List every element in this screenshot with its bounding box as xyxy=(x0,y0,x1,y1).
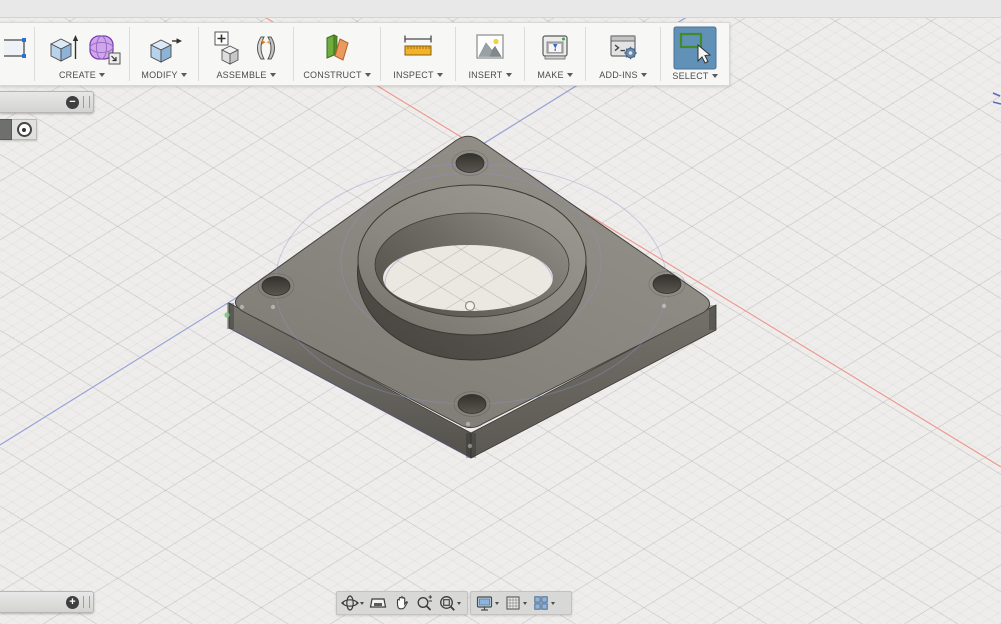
scripts-addins-icon[interactable] xyxy=(605,29,641,67)
toolbar-group-modify: MODIFY xyxy=(130,23,198,85)
browser-item-thumb xyxy=(0,119,12,140)
modify-menu[interactable]: MODIFY xyxy=(141,69,187,81)
timeline-grip-handle[interactable] xyxy=(83,596,90,608)
chevron-down-icon xyxy=(364,73,371,77)
toolbar-group-make: MAKE xyxy=(525,23,585,85)
pan-button[interactable] xyxy=(392,594,410,612)
assemble-menu[interactable]: ASSEMBLE xyxy=(216,69,276,81)
orbit-button[interactable] xyxy=(341,594,364,612)
select-menu[interactable]: SELECT xyxy=(672,70,718,81)
chevron-down-icon xyxy=(640,73,647,77)
navigation-bar xyxy=(336,591,468,615)
grid-layout-button[interactable] xyxy=(504,594,527,612)
chevron-down-icon xyxy=(269,73,276,77)
look-at-button[interactable] xyxy=(369,594,387,612)
ring-through-hole xyxy=(383,245,553,311)
create-menu[interactable]: CREATE xyxy=(59,69,106,81)
3d-print-icon[interactable] xyxy=(537,29,573,67)
toolbar-group-create: CREATE xyxy=(35,23,129,85)
chevron-down-icon xyxy=(99,73,106,77)
browser-grip-handle[interactable] xyxy=(83,96,90,108)
part-body[interactable] xyxy=(224,135,717,459)
browser-panel-collapsed-bar[interactable]: − xyxy=(0,91,94,113)
zoom-fit-icon xyxy=(440,596,455,611)
select-window-icon[interactable] xyxy=(673,26,717,70)
chevron-down-icon xyxy=(505,73,512,77)
model-scene xyxy=(0,0,1001,468)
display-settings-bar xyxy=(470,591,572,615)
toolbar-group-insert: INSERT xyxy=(456,23,524,85)
browser-item-stub[interactable] xyxy=(0,119,37,140)
origin-point-marker xyxy=(464,300,476,312)
create-form-icon[interactable] xyxy=(84,29,122,67)
radio-origin-icon[interactable] xyxy=(16,122,32,137)
pan-hand-icon xyxy=(396,596,409,610)
main-toolbar: CREATE MODIFY ASSEMBLE CONSTRUCT INSPECT… xyxy=(0,22,730,86)
construction-plane-icon[interactable] xyxy=(319,29,355,67)
toolbar-group-select: SELECT xyxy=(661,23,729,85)
chevron-down-icon xyxy=(436,73,443,77)
viewports-button[interactable] xyxy=(532,594,555,612)
display-settings-icon xyxy=(476,596,493,611)
orbit-icon xyxy=(341,595,359,611)
zoom-button[interactable] xyxy=(415,594,433,612)
sketch-rectangle-icon[interactable] xyxy=(4,29,30,67)
chevron-down-icon xyxy=(457,601,461,605)
viewports-icon xyxy=(534,596,548,610)
chevron-down-icon xyxy=(180,73,187,77)
measure-icon[interactable] xyxy=(400,29,436,67)
extrude-icon[interactable] xyxy=(43,29,81,67)
timeline-expand-button[interactable]: + xyxy=(66,595,79,609)
insert-menu[interactable]: INSERT xyxy=(468,69,512,81)
press-pull-icon[interactable] xyxy=(145,29,183,67)
toolbar-group-inspect: INSPECT xyxy=(381,23,455,85)
inspect-menu[interactable]: INSPECT xyxy=(393,69,443,81)
toolbar-group-addins: ADD-INS xyxy=(586,23,660,85)
joint-icon[interactable] xyxy=(249,29,283,67)
new-component-icon[interactable] xyxy=(210,29,246,67)
toolbar-group-sketch-stub xyxy=(0,23,34,85)
make-menu[interactable]: MAKE xyxy=(537,69,573,81)
application-top-strip xyxy=(0,0,1001,18)
zoom-icon xyxy=(417,595,432,611)
chevron-down-icon xyxy=(360,601,364,605)
grid-icon xyxy=(506,596,520,610)
toolbar-group-construct: CONSTRUCT xyxy=(294,23,380,85)
fusion360-window: CREATE MODIFY ASSEMBLE CONSTRUCT INSPECT… xyxy=(0,0,1001,624)
chevron-down-icon xyxy=(551,601,555,605)
construct-menu[interactable]: CONSTRUCT xyxy=(303,69,371,81)
addins-menu[interactable]: ADD-INS xyxy=(599,69,647,81)
zoom-fit-button[interactable] xyxy=(438,594,461,612)
chevron-down-icon xyxy=(711,73,718,78)
look-at-icon xyxy=(369,598,387,608)
display-settings-button[interactable] xyxy=(475,594,499,612)
insert-image-icon[interactable] xyxy=(472,29,508,67)
timeline-panel-collapsed-bar[interactable]: + xyxy=(0,591,94,613)
chevron-down-icon xyxy=(495,601,499,605)
browser-collapse-button[interactable]: − xyxy=(66,95,79,109)
chevron-down-icon xyxy=(566,73,573,77)
toolbar-group-assemble: ASSEMBLE xyxy=(199,23,293,85)
chevron-down-icon xyxy=(523,601,527,605)
right-edge-glyph xyxy=(992,92,1001,105)
green-vertex-dot xyxy=(224,312,230,318)
